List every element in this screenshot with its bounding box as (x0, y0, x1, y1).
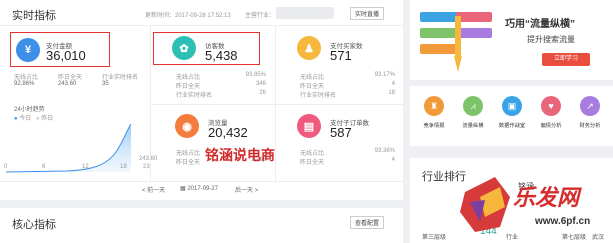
stat-row: 昨日全天 4 (300, 81, 395, 90)
x-tick: 12 (82, 164, 89, 170)
tool-dashboard[interactable]: ▣ 数据作战室 (498, 96, 526, 129)
tool-label: 偏情分析 (540, 123, 562, 129)
step-label: 03 (422, 40, 429, 46)
next-day-link[interactable]: 后一天 > (235, 185, 258, 194)
date-value: 2017-09-27 (187, 186, 219, 192)
realtime-title: 实时指标 (12, 10, 56, 22)
x-tick: 0 (4, 164, 8, 170)
stat-row: 昨日全天 4 (300, 157, 395, 166)
finance-icon: ↗ (580, 96, 600, 116)
industry-label: 主营行业： (245, 13, 276, 19)
x-tick: 18 (120, 164, 127, 170)
tool-competition[interactable]: ♜ 竞争情报 (420, 96, 448, 129)
promo-banner[interactable]: 01 02 03 04 05 巧用“流量纵横” 提升搜索流量 立即学习 (410, 0, 613, 80)
tool-traffic[interactable]: ⩘ 流量纵横 (459, 96, 487, 129)
industry-value-blurred (276, 7, 334, 19)
realtime-header: 实时指标 更新时间：2017-09-28 17:52:13 主营行业： 实时直播 (0, 0, 403, 26)
dashboard-icon: ▣ (502, 96, 522, 116)
watermark-text: 铭涵说电商 (205, 147, 275, 163)
calendar-icon: ▦ (180, 186, 186, 192)
learn-now-button[interactable]: 立即学习 (542, 53, 590, 66)
prev-day-link[interactable]: < 前一天 (142, 185, 165, 194)
stat-row: 无线占比 93.17% (300, 72, 395, 81)
stat-row: 行业实时排名 26 (176, 90, 266, 99)
competition-icon: ♜ (424, 96, 444, 116)
steps-illustration (420, 12, 492, 72)
order-icon: ▤ (297, 114, 321, 138)
live-button[interactable]: 实时直播 (350, 7, 385, 20)
traffic-icon: ⩘ (463, 96, 483, 116)
core-metrics-panel: 核心指标 查看配置 (0, 208, 403, 243)
step-label: 05 (480, 24, 487, 30)
stat-label: 无线占比 (14, 75, 39, 81)
promo-subtitle: 提升搜索流量 (527, 35, 575, 44)
peak-label: 243.60 (139, 156, 158, 162)
metric-value: 571 (330, 48, 352, 63)
stat-label: 行业实时排名 (102, 75, 139, 81)
view-config-button[interactable]: 查看配置 (350, 216, 385, 229)
stat-value: 243.60 (58, 81, 77, 87)
realtime-panel: 实时指标 更新时间：2017-09-28 17:52:13 主营行业： 实时直播… (0, 0, 403, 200)
person-icon: ♟ (297, 36, 321, 60)
trend-legend: ● 今日 ● 昨日 (14, 116, 54, 122)
step-label: 04 (480, 8, 487, 14)
trend-chart (6, 123, 132, 173)
analysis-icon: ♥ (541, 96, 561, 116)
rank-label: 第三层级 (422, 235, 447, 241)
stat-row: 昨日全天 346 (176, 81, 266, 90)
stat-label: 昨日全天 (58, 75, 83, 81)
stat-value: 92.86% (14, 81, 35, 87)
stat-row: 行业实时排名 18 (300, 90, 395, 99)
metric-value: 587 (330, 125, 352, 140)
brand-url: www.6pf.cn (535, 216, 591, 227)
stat-value: 35 (102, 81, 109, 87)
x-tick: 6 (42, 164, 46, 170)
stat-row: 无线占比 93.85% (176, 72, 266, 81)
grid-divider (150, 104, 403, 105)
highlight-box (10, 32, 110, 67)
highlight-box (153, 32, 260, 65)
stat-row: 无线占比 93.36% (300, 148, 395, 157)
trend-area-today (6, 124, 131, 172)
tool-label: 数据作战室 (498, 123, 526, 129)
grid-divider (0, 181, 403, 182)
brand-watermark-logo: 乐发网 www.6pf.cn (455, 172, 613, 242)
eye-icon: ◉ (175, 114, 199, 138)
step-label: 01 (422, 8, 429, 14)
step-label: 02 (422, 24, 429, 30)
brand-name: 乐发网 (513, 185, 580, 210)
x-tick: 23 (143, 164, 150, 170)
core-title: 核心指标 (12, 219, 56, 231)
tool-label: 竞争情报 (423, 123, 445, 129)
tool-label: 财务分析 (579, 123, 601, 129)
date-picker[interactable]: ▦ 2017-09-27 (180, 185, 218, 192)
promo-title: 巧用“流量纵横” (505, 19, 575, 30)
metric-value: 20,432 (208, 125, 248, 140)
update-time: 更新时间：2017-09-28 17:52:13 (145, 13, 231, 19)
tool-label: 流量纵横 (462, 123, 484, 129)
tool-finance[interactable]: ↗ 财务分析 (576, 96, 604, 129)
trend-title: 24小时趋势 (14, 107, 45, 113)
tools-panel: ♜ 竞争情报 ⩘ 流量纵横 ▣ 数据作战室 ♥ 偏情分析 ↗ 财务分析 (410, 86, 613, 146)
tool-analysis[interactable]: ♥ 偏情分析 (537, 96, 565, 129)
